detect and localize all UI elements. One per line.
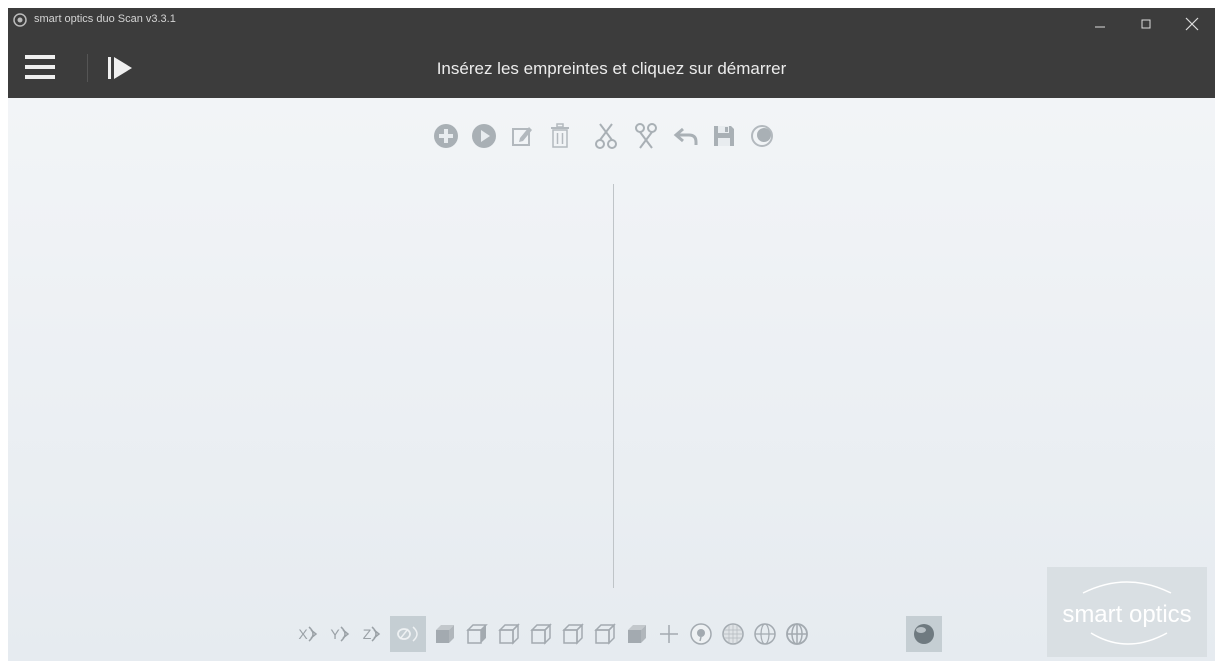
edit-icon	[512, 127, 532, 146]
save-button[interactable]	[708, 118, 740, 154]
window-title: smart optics duo Scan v3.3.1	[34, 13, 176, 25]
wireframe-sphere-icon	[754, 623, 776, 645]
view-back-button[interactable]	[462, 616, 492, 652]
texture-button[interactable]	[746, 118, 778, 154]
view-right-button[interactable]	[526, 616, 556, 652]
view-bottom-button[interactable]	[590, 616, 620, 652]
rotate-free-button[interactable]	[390, 616, 426, 652]
rotate-arrow-icon	[371, 626, 381, 642]
add-circle-icon	[434, 124, 458, 148]
scissors-inverse-icon	[635, 123, 657, 149]
view-top-button[interactable]	[558, 616, 588, 652]
maximize-icon	[1141, 19, 1151, 29]
cube-right-icon	[530, 623, 552, 645]
view-left-button[interactable]	[494, 616, 524, 652]
view-divider	[613, 184, 614, 588]
solid-sphere-icon	[914, 624, 934, 644]
solid-view-button[interactable]	[906, 616, 942, 652]
edit-button[interactable]	[506, 118, 538, 154]
play-circle-icon	[472, 124, 496, 148]
wireframe-view-button[interactable]	[750, 616, 780, 652]
app-window: smart optics duo Scan v3.3.1 Insérez les…	[8, 8, 1215, 661]
play-button[interactable]	[468, 118, 500, 154]
cube-left-icon	[498, 623, 520, 645]
logo-text: smart optics	[1062, 601, 1192, 628]
app-header: Insérez les empreintes et cliquez sur dé…	[8, 40, 1215, 98]
mesh-sphere-icon	[722, 623, 744, 645]
cube-front-icon	[436, 625, 454, 643]
rotate-x-label: X	[298, 626, 308, 642]
save-icon	[714, 126, 734, 146]
point-view-button[interactable]	[686, 616, 716, 652]
brand-logo: smart optics	[1047, 567, 1207, 657]
undo-icon	[673, 127, 698, 145]
rotate-arrow-icon	[308, 626, 317, 642]
rotate-z-button[interactable]: Z	[358, 616, 386, 652]
rotate-y-label: Y	[330, 626, 340, 642]
crosshair-icon	[660, 625, 678, 643]
mesh-view-button[interactable]	[718, 616, 748, 652]
close-button[interactable]	[1169, 8, 1215, 40]
cut-inverse-button[interactable]	[630, 118, 662, 154]
texture-sphere-icon	[751, 125, 773, 147]
scissors-icon	[595, 123, 617, 149]
minimize-icon	[1095, 26, 1105, 28]
view-iso-button[interactable]	[622, 616, 652, 652]
cube-bottom-icon	[594, 623, 616, 645]
title-bar: smart optics duo Scan v3.3.1	[8, 8, 1215, 40]
globe-view-button[interactable]	[782, 616, 812, 652]
close-icon	[1185, 17, 1199, 31]
rotate-y-button[interactable]: Y	[326, 616, 354, 652]
undo-button[interactable]	[670, 118, 702, 154]
instruction-text: Insérez les empreintes et cliquez sur dé…	[436, 59, 787, 78]
view-front-button[interactable]	[430, 616, 460, 652]
delete-button[interactable]	[544, 118, 576, 154]
cube-back-icon	[466, 624, 488, 644]
rotate-z-label: Z	[362, 626, 372, 642]
maximize-button[interactable]	[1123, 8, 1169, 40]
point-sphere-icon	[690, 623, 712, 645]
rotate-free-icon	[397, 626, 418, 642]
rotate-x-button[interactable]: X	[294, 616, 322, 652]
trash-icon	[551, 123, 569, 148]
cut-button[interactable]	[590, 118, 622, 154]
crosshair-button[interactable]	[654, 616, 684, 652]
globe-icon	[786, 623, 808, 645]
minimize-button[interactable]	[1077, 8, 1123, 40]
cube-solid-icon	[628, 625, 646, 643]
app-logo-icon	[13, 13, 27, 27]
rotate-arrow-icon	[340, 626, 349, 642]
cube-top-icon	[562, 623, 584, 645]
add-button[interactable]	[430, 118, 462, 154]
